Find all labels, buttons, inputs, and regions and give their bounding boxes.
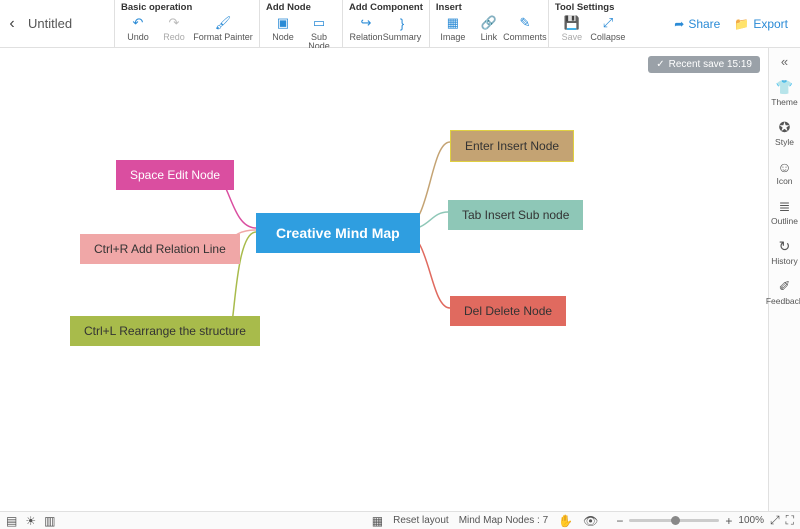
redo-icon: ↷ <box>169 15 180 31</box>
group-add-node: Add Node ▣Node ▭Sub Node <box>259 0 342 47</box>
share-icon: ➦ <box>674 17 684 31</box>
save-button[interactable]: 💾Save <box>555 15 589 42</box>
feedback-icon: ✐ <box>779 278 791 295</box>
undo-button[interactable]: ↶Undo <box>121 15 155 42</box>
fit-screen-icon[interactable]: ⤢ <box>770 513 780 528</box>
sidebar-theme[interactable]: 👕Theme <box>771 79 797 107</box>
workspace: ✓ Recent save 15:19 Creative Mind Map Sp… <box>0 48 800 511</box>
center-node[interactable]: Creative Mind Map <box>256 213 420 253</box>
top-toolbar: ‹ Untitled Basic operation ↶Undo ↷Redo 🖌… <box>0 0 800 48</box>
group-basic-operation: Basic operation ↶Undo ↷Redo 🖌Format Pain… <box>114 0 259 47</box>
image-button[interactable]: ▦Image <box>436 15 470 42</box>
sub-node-button[interactable]: ▭Sub Node <box>302 15 336 51</box>
export-button[interactable]: 📁Export <box>734 17 788 31</box>
sidebar-icon[interactable]: ☺Icon <box>776 159 792 186</box>
history-icon: ↻ <box>779 238 791 255</box>
node-left-2[interactable]: Ctrl+L Rearrange the structure <box>70 316 260 346</box>
bottom-icon-3[interactable]: ▥ <box>44 514 55 528</box>
bottom-icon-1[interactable]: ▤ <box>6 514 17 528</box>
group-add-component: Add Component ↪Relation }Summary <box>342 0 429 47</box>
node-button[interactable]: ▣Node <box>266 15 300 51</box>
undo-icon: ↶ <box>133 15 144 31</box>
right-sidebar: « 👕Theme ✪Style ☺Icon ≣Outline ↻History … <box>768 48 800 511</box>
save-status-badge: ✓ Recent save 15:19 <box>648 56 760 73</box>
node-left-1[interactable]: Ctrl+R Add Relation Line <box>80 234 240 264</box>
eye-icon[interactable]: 👁 <box>583 514 598 528</box>
image-icon: ▦ <box>447 15 459 31</box>
sidebar-toggle-icon[interactable]: « <box>781 54 788 69</box>
sidebar-outline[interactable]: ≣Outline <box>771 198 798 226</box>
node-left-0[interactable]: Space Edit Node <box>116 160 234 190</box>
mindmap-links <box>0 48 768 493</box>
group-tool-settings: Tool Settings 💾Save ⤢Collapse <box>548 0 631 47</box>
back-button[interactable]: ‹ <box>0 0 24 47</box>
top-right-actions: ➦Share 📁Export <box>674 0 800 47</box>
redo-button[interactable]: ↷Redo <box>157 15 191 42</box>
sidebar-history[interactable]: ↻History <box>771 238 797 266</box>
node-right-0[interactable]: Enter Insert Node <box>450 130 574 162</box>
summary-icon: } <box>400 15 404 31</box>
style-icon: ✪ <box>779 119 791 136</box>
bottom-bar: ▤ ☀ ▥ ▦ Reset layout Mind Map Nodes : 7 … <box>0 511 800 529</box>
relation-button[interactable]: ↪Relation <box>349 15 383 42</box>
group-title: Basic operation <box>121 2 253 13</box>
format-painter-button[interactable]: 🖌Format Painter <box>193 15 253 42</box>
node-right-1[interactable]: Tab Insert Sub node <box>448 200 583 230</box>
share-button[interactable]: ➦Share <box>674 17 720 31</box>
nodes-count-label: Mind Map Nodes : 7 <box>459 515 549 526</box>
export-icon: 📁 <box>734 17 749 31</box>
fullscreen-icon[interactable]: ⛶ <box>786 513 794 528</box>
comments-button[interactable]: ✎Comments <box>508 15 542 42</box>
comments-icon: ✎ <box>519 15 530 31</box>
link-button[interactable]: 🔗Link <box>472 15 506 42</box>
save-icon: 💾 <box>564 15 580 31</box>
sub-node-icon: ▭ <box>313 15 325 31</box>
outline-icon: ≣ <box>779 198 791 215</box>
sidebar-feedback[interactable]: ✐Feedback <box>766 278 800 306</box>
sidebar-style[interactable]: ✪Style <box>775 119 794 147</box>
theme-icon: 👕 <box>776 79 793 96</box>
check-icon: ✓ <box>656 59 664 70</box>
collapse-button[interactable]: ⤢Collapse <box>591 15 625 42</box>
zoom-in-button[interactable]: + <box>725 514 732 528</box>
node-icon: ▣ <box>277 15 289 31</box>
mindmap-canvas[interactable]: ✓ Recent save 15:19 Creative Mind Map Sp… <box>0 48 768 511</box>
node-right-2[interactable]: Del Delete Node <box>450 296 566 326</box>
collapse-icon: ⤢ <box>603 15 613 31</box>
zoom-slider[interactable] <box>629 519 719 522</box>
relation-icon: ↪ <box>361 15 372 31</box>
document-title[interactable]: Untitled <box>24 0 114 47</box>
reset-layout-icon[interactable]: ▦ <box>372 514 383 528</box>
group-insert: Insert ▦Image 🔗Link ✎Comments <box>429 0 548 47</box>
icon-icon: ☺ <box>777 159 791 175</box>
reset-layout-button[interactable]: Reset layout <box>393 515 449 526</box>
zoom-out-button[interactable]: − <box>616 514 623 528</box>
bottom-icon-2[interactable]: ☀ <box>25 514 36 528</box>
hand-icon[interactable]: ✋ <box>558 514 573 528</box>
format-painter-icon: 🖌 <box>215 15 232 31</box>
summary-button[interactable]: }Summary <box>385 15 419 42</box>
link-icon: 🔗 <box>481 15 497 31</box>
zoom-percent[interactable]: 100% <box>738 515 764 526</box>
